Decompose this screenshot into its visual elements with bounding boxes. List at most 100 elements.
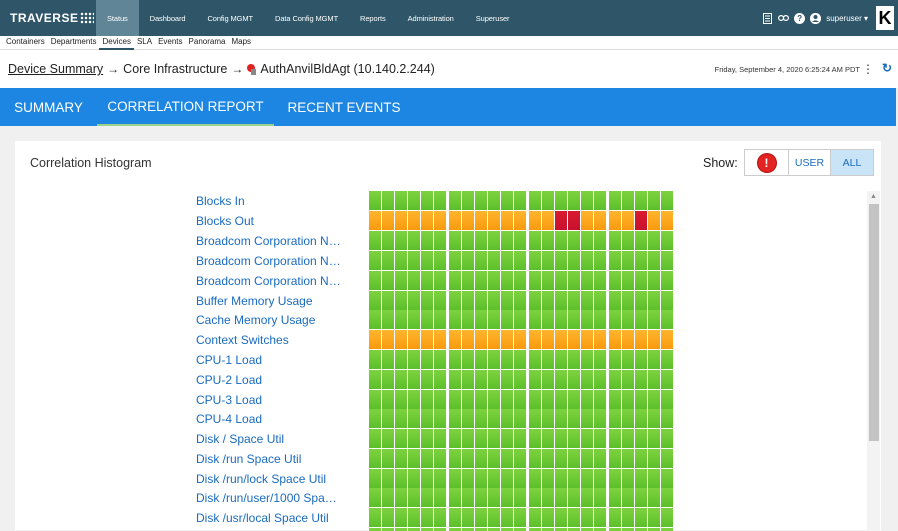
histogram-cell-ok[interactable] — [434, 488, 446, 507]
histogram-cell-ok[interactable] — [529, 409, 541, 428]
histogram-cell-ok[interactable] — [501, 191, 513, 210]
histogram-cell-ok[interactable] — [661, 488, 673, 507]
histogram-cell-ok[interactable] — [581, 271, 593, 290]
histogram-cell-ok[interactable] — [555, 449, 567, 468]
histogram-cell-ok[interactable] — [594, 409, 606, 428]
histogram-cell-warning[interactable] — [369, 211, 381, 230]
histogram-cell-ok[interactable] — [421, 469, 433, 488]
histogram-cell-ok[interactable] — [449, 291, 461, 310]
histogram-cell-ok[interactable] — [408, 191, 420, 210]
histogram-cell-ok[interactable] — [449, 390, 461, 409]
histogram-cell-ok[interactable] — [382, 409, 394, 428]
histogram-cell-ok[interactable] — [529, 370, 541, 389]
histogram-cell-ok[interactable] — [568, 429, 580, 448]
histogram-cell-ok[interactable] — [622, 191, 634, 210]
histogram-cell-ok[interactable] — [568, 390, 580, 409]
histogram-cell-ok[interactable] — [369, 310, 381, 329]
histogram-cell-warning[interactable] — [434, 211, 446, 230]
histogram-cell-ok[interactable] — [475, 231, 487, 250]
histogram-cell-ok[interactable] — [635, 488, 647, 507]
histogram-cell-ok[interactable] — [514, 291, 526, 310]
histogram-cell-ok[interactable] — [542, 370, 554, 389]
histogram-cell-ok[interactable] — [462, 291, 474, 310]
histogram-cell-ok[interactable] — [609, 449, 621, 468]
histogram-cell-ok[interactable] — [382, 350, 394, 369]
subnav-tab-sla[interactable]: SLA — [134, 36, 155, 50]
histogram-cell-ok[interactable] — [568, 251, 580, 270]
histogram-cell-ok[interactable] — [488, 350, 500, 369]
histogram-cell-ok[interactable] — [542, 488, 554, 507]
histogram-cell-ok[interactable] — [369, 231, 381, 250]
histogram-cell-ok[interactable] — [382, 231, 394, 250]
histogram-cell-ok[interactable] — [555, 291, 567, 310]
histogram-cell-ok[interactable] — [609, 291, 621, 310]
histogram-cell-ok[interactable] — [568, 231, 580, 250]
histogram-cell-ok[interactable] — [449, 370, 461, 389]
histogram-cell-warning[interactable] — [555, 330, 567, 349]
histogram-cell-ok[interactable] — [609, 231, 621, 250]
histogram-cell-ok[interactable] — [661, 508, 673, 527]
histogram-cell-ok[interactable] — [395, 370, 407, 389]
nav-tab-data-config-mgmt[interactable]: Data Config MGMT — [264, 0, 349, 36]
histogram-cell-ok[interactable] — [661, 370, 673, 389]
histogram-cell-ok[interactable] — [581, 291, 593, 310]
histogram-cell-warning[interactable] — [568, 330, 580, 349]
histogram-cell-ok[interactable] — [488, 251, 500, 270]
histogram-cell-warning[interactable] — [462, 211, 474, 230]
histogram-cell-ok[interactable] — [501, 271, 513, 290]
histogram-cell-ok[interactable] — [581, 508, 593, 527]
nav-tab-superuser[interactable]: Superuser — [465, 0, 521, 36]
histogram-cell-ok[interactable] — [581, 370, 593, 389]
histogram-cell-ok[interactable] — [555, 409, 567, 428]
histogram-cell-ok[interactable] — [661, 390, 673, 409]
histogram-cell-ok[interactable] — [529, 469, 541, 488]
histogram-cell-ok[interactable] — [395, 271, 407, 290]
histogram-cell-ok[interactable] — [529, 488, 541, 507]
histogram-cell-warning[interactable] — [421, 211, 433, 230]
histogram-cell-ok[interactable] — [475, 449, 487, 468]
refresh-icon[interactable]: ↻ — [882, 61, 892, 75]
histogram-cell-ok[interactable] — [542, 271, 554, 290]
histogram-cell-ok[interactable] — [395, 508, 407, 527]
histogram-cell-ok[interactable] — [434, 469, 446, 488]
histogram-cell-ok[interactable] — [555, 429, 567, 448]
histogram-cell-ok[interactable] — [594, 429, 606, 448]
histogram-cell-ok[interactable] — [395, 350, 407, 369]
histogram-cell-ok[interactable] — [529, 251, 541, 270]
histogram-cell-ok[interactable] — [622, 429, 634, 448]
subnav-tab-devices[interactable]: Devices — [99, 36, 134, 50]
histogram-cell-ok[interactable] — [622, 271, 634, 290]
histogram-cell-ok[interactable] — [395, 409, 407, 428]
histogram-cell-ok[interactable] — [661, 429, 673, 448]
histogram-cell-ok[interactable] — [421, 488, 433, 507]
histogram-cell-ok[interactable] — [529, 271, 541, 290]
histogram-cell-ok[interactable] — [488, 508, 500, 527]
histogram-cell-ok[interactable] — [462, 409, 474, 428]
histogram-cell-warning[interactable] — [434, 330, 446, 349]
histogram-cell-warning[interactable] — [382, 330, 394, 349]
more-options-icon[interactable]: ⋮ — [862, 62, 874, 76]
histogram-cell-ok[interactable] — [369, 409, 381, 428]
histogram-cell-ok[interactable] — [529, 231, 541, 250]
histogram-cell-ok[interactable] — [421, 390, 433, 409]
histogram-cell-ok[interactable] — [594, 251, 606, 270]
histogram-cell-ok[interactable] — [408, 508, 420, 527]
scrollbar-thumb[interactable] — [869, 204, 879, 441]
histogram-cell-ok[interactable] — [382, 191, 394, 210]
histogram-cell-ok[interactable] — [369, 508, 381, 527]
metric-link[interactable]: CPU-3 Load — [196, 393, 341, 407]
histogram-cell-ok[interactable] — [648, 291, 660, 310]
metric-link[interactable]: Broadcom Corporation NetXtreme BCM5720 — [196, 234, 341, 248]
metric-link[interactable]: Disk / Space Util — [196, 432, 341, 446]
scroll-up-icon[interactable]: ▲ — [870, 193, 877, 200]
histogram-cell-ok[interactable] — [434, 191, 446, 210]
subnav-tab-events[interactable]: Events — [155, 36, 185, 50]
histogram-cell-ok[interactable] — [609, 310, 621, 329]
histogram-cell-ok[interactable] — [648, 429, 660, 448]
histogram-cell-ok[interactable] — [421, 271, 433, 290]
histogram-cell-ok[interactable] — [408, 449, 420, 468]
histogram-cell-ok[interactable] — [382, 310, 394, 329]
histogram-cell-ok[interactable] — [529, 390, 541, 409]
histogram-cell-ok[interactable] — [594, 271, 606, 290]
histogram-cell-ok[interactable] — [475, 429, 487, 448]
